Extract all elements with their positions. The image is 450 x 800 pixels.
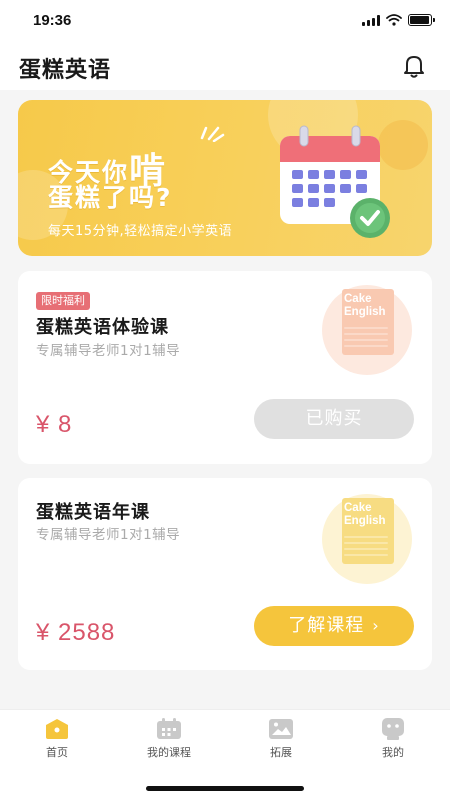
calendar-icon xyxy=(157,718,181,739)
sparkle-icon xyxy=(200,126,225,142)
thumbnail-text-1: Cake xyxy=(344,293,372,305)
banner-subtitle: 每天15分钟,轻松搞定小学英语 xyxy=(48,224,233,239)
battery-icon xyxy=(408,14,435,26)
tab-home[interactable]: 首页 xyxy=(12,718,102,760)
tab-my-courses[interactable]: 我的课程 xyxy=(124,718,214,760)
app-title: 蛋糕英语 xyxy=(19,58,112,83)
chevron-right-icon: › xyxy=(372,616,380,635)
purchased-button[interactable]: 已购买 xyxy=(254,399,414,439)
course-subtitle: 专属辅导老师1对1辅导 xyxy=(36,343,181,359)
tab-profile[interactable]: 我的 xyxy=(348,718,438,760)
learn-course-button[interactable]: 了解课程 › xyxy=(254,606,414,646)
home-indicator xyxy=(146,786,304,791)
course-subtitle: 专属辅导老师1对1辅导 xyxy=(36,527,181,543)
picture-icon xyxy=(269,719,293,739)
thumbnail-text-1: Cake xyxy=(344,502,372,514)
status-time: 19:36 xyxy=(33,12,72,29)
tab-label: 首页 xyxy=(46,746,68,759)
calendar-check-icon xyxy=(280,125,390,238)
course-card-annual[interactable]: 蛋糕英语年课 专属辅导老师1对1辅导 Cake English ¥ 2588 了解… xyxy=(18,478,432,670)
banner-headline-2: 蛋糕了吗? xyxy=(48,183,173,212)
tab-label: 我的 xyxy=(382,746,404,759)
app-header: 蛋糕英语 xyxy=(0,44,450,90)
thumbnail-text-2: English xyxy=(344,515,386,527)
course-thumbnail: Cake English xyxy=(322,494,412,586)
promo-banner[interactable]: 今天你啃 蛋糕了吗? 每天15分钟,轻松搞定小学英语 xyxy=(18,100,432,256)
wifi-icon xyxy=(386,14,402,26)
bell-icon[interactable] xyxy=(400,52,428,80)
course-price: ¥ 2588 xyxy=(36,619,116,646)
profile-icon xyxy=(382,718,404,740)
course-price: ¥ 8 xyxy=(36,411,73,438)
course-card-trial[interactable]: 限时福利 蛋糕英语体验课 专属辅导老师1对1辅导 Cake English ¥ 8… xyxy=(18,271,432,464)
course-thumbnail: Cake English xyxy=(322,285,412,377)
thumbnail-text-2: English xyxy=(344,306,386,318)
tab-label: 我的课程 xyxy=(147,746,191,759)
tab-label: 拓展 xyxy=(270,746,292,759)
status-icons xyxy=(362,14,435,26)
home-icon xyxy=(46,719,68,739)
tab-expand[interactable]: 拓展 xyxy=(236,718,326,760)
promo-tag: 限时福利 xyxy=(36,292,90,310)
learn-course-label: 了解课程 xyxy=(288,615,365,636)
signal-icon xyxy=(362,14,380,26)
course-title: 蛋糕英语体验课 xyxy=(36,317,169,338)
status-bar: 19:36 xyxy=(0,0,450,44)
course-title: 蛋糕英语年课 xyxy=(36,502,150,523)
